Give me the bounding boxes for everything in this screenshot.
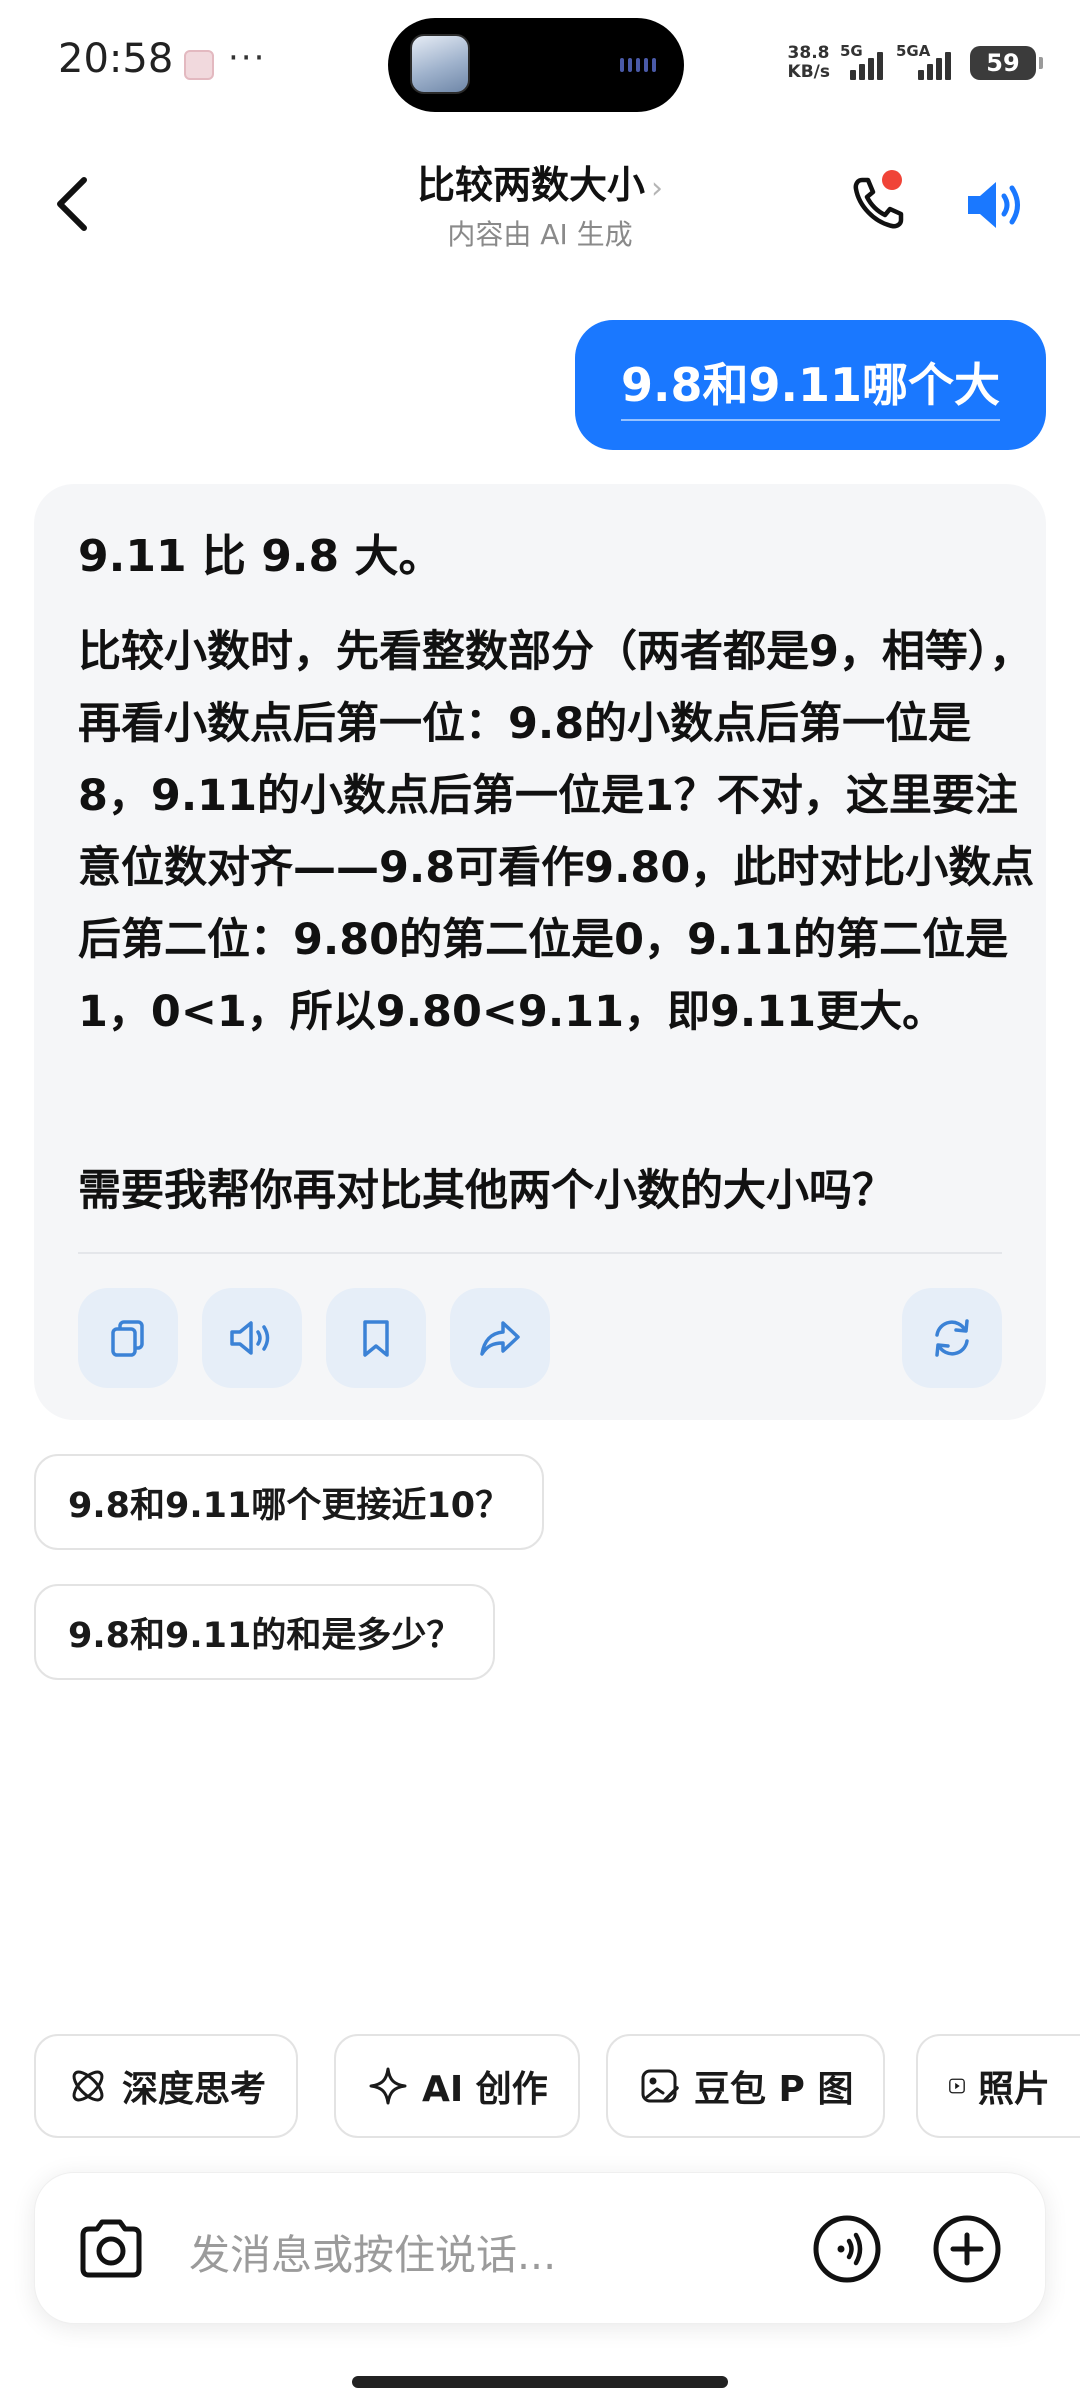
tool-photo[interactable]: 照片 bbox=[916, 2034, 1080, 2138]
tool-label: AI 创作 bbox=[422, 2069, 548, 2110]
bookmark-button[interactable] bbox=[326, 1288, 426, 1388]
tool-deep-thinking[interactable]: 深度思考 bbox=[34, 2034, 299, 2138]
plus-icon[interactable] bbox=[931, 2213, 1003, 2285]
status-time: 20:58 bbox=[58, 36, 174, 82]
read-aloud-icon bbox=[230, 1321, 270, 1355]
suggestion-chip[interactable]: 9.8和9.11的和是多少？ bbox=[34, 1584, 496, 1680]
status-bar: 20:58 ··· 38.8 KB/s 5G 5GA 59 bbox=[0, 0, 1080, 130]
message-input[interactable]: 发消息或按住说话... bbox=[189, 2221, 556, 2281]
share-icon bbox=[480, 1321, 520, 1356]
atom-icon bbox=[72, 2070, 104, 2102]
chevron-right-icon: › bbox=[651, 171, 663, 206]
signal-5ga-icon: 5GA bbox=[896, 42, 958, 80]
signal-5g-icon: 5G bbox=[840, 42, 886, 80]
share-button[interactable] bbox=[450, 1288, 550, 1388]
voice-input-icon[interactable] bbox=[811, 2213, 883, 2285]
sparkle-icon bbox=[369, 2067, 407, 2105]
phone-call-icon[interactable] bbox=[844, 168, 914, 238]
home-indicator[interactable] bbox=[352, 2376, 728, 2388]
chat-subtitle: 内容由 AI 生成 bbox=[447, 218, 633, 251]
user-message-bubble[interactable]: 9.8和9.11哪个大 bbox=[575, 320, 1046, 450]
divider bbox=[78, 1252, 1002, 1254]
dynamic-island[interactable] bbox=[388, 18, 684, 112]
regenerate-icon bbox=[935, 1319, 969, 1357]
image-edit-icon bbox=[641, 2069, 679, 2103]
regenerate-button[interactable] bbox=[902, 1288, 1002, 1388]
tool-ai-creation[interactable]: AI 创作 bbox=[334, 2034, 580, 2138]
network-speed: 38.8 KB/s bbox=[787, 43, 830, 82]
speaker-icon[interactable] bbox=[960, 170, 1030, 240]
camera-icon[interactable] bbox=[73, 2211, 149, 2287]
copy-button[interactable] bbox=[78, 1288, 178, 1388]
ai-response-paragraph: 比较小数时，先看整数部分（两者都是9，相等），再看小数点后第一位：9.8的小数点… bbox=[78, 627, 1035, 1037]
tool-label: 照片 bbox=[977, 2069, 1050, 2110]
play-icon bbox=[949, 2078, 965, 2094]
chat-title-area[interactable]: 比较两数大小 › 内容由 AI 生成 bbox=[0, 154, 1080, 253]
chat-title: 比较两数大小 bbox=[416, 163, 645, 207]
tool-label: 深度思考 bbox=[122, 2069, 267, 2110]
message-composer: 发消息或按住说话... bbox=[34, 2172, 1046, 2324]
app-notification-icon bbox=[184, 50, 214, 80]
copy-icon bbox=[111, 1320, 144, 1357]
more-notifications-icon: ··· bbox=[228, 38, 267, 78]
audio-wave-icon bbox=[620, 58, 656, 72]
ai-response-headline: 9.11 比 9.8 大。 bbox=[78, 531, 443, 582]
battery-indicator: 59 bbox=[970, 46, 1043, 80]
chat-header: 比较两数大小 › 内容由 AI 生成 bbox=[0, 140, 1080, 270]
ai-response-card: 9.11 比 9.8 大。 比较小数时，先看整数部分（两者都是9，相等），再看小… bbox=[34, 484, 1046, 1420]
bookmark-icon bbox=[363, 1320, 389, 1357]
read-aloud-button[interactable] bbox=[202, 1288, 302, 1388]
tool-photo-edit[interactable]: 豆包 P 图 bbox=[606, 2034, 886, 2138]
ai-follow-up-question: 需要我帮你再对比其他两个小数的大小吗？ bbox=[78, 1166, 895, 1216]
suggestion-chip[interactable]: 9.8和9.11哪个更接近10？ bbox=[34, 1454, 545, 1550]
status-indicators: 38.8 KB/s 5G 5GA 59 bbox=[787, 38, 1043, 88]
tool-label: 豆包 P 图 bbox=[694, 2069, 854, 2110]
user-message-text: 9.8和9.11哪个大 bbox=[621, 349, 1000, 421]
notification-dot bbox=[882, 170, 902, 190]
island-avatar bbox=[410, 34, 470, 94]
chat-screen: 20:58 ··· 38.8 KB/s 5G 5GA 59 比较两数大小 › 内… bbox=[0, 0, 1080, 2403]
